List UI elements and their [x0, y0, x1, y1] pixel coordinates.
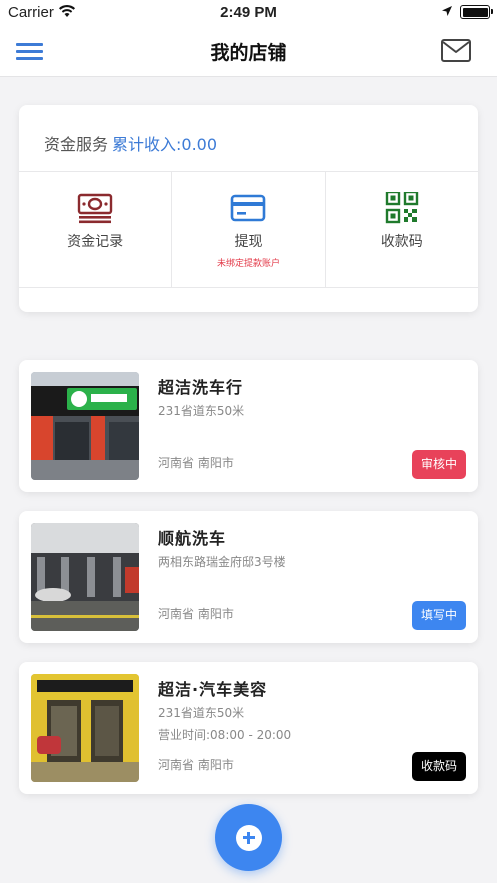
withdraw-label: 提现 [234, 234, 263, 250]
navigation-bar: 我的店铺 [0, 24, 497, 77]
store-region: 河南省 南阳市 [158, 456, 234, 470]
store-name: 超洁洗车行 [158, 378, 244, 397]
finance-label: 资金服务 [44, 135, 109, 154]
page-title: 我的店铺 [210, 42, 287, 64]
store-photo [31, 674, 139, 782]
envelope-icon [441, 39, 471, 62]
money-bill-icon [77, 193, 113, 224]
store-address: 231省道东50米 [158, 404, 245, 418]
store-photo [31, 372, 139, 480]
location-arrow-icon [442, 6, 452, 16]
store-hours: 营业时间:08:00 - 20:00 [158, 728, 292, 742]
store-address: 231省道东50米 [158, 706, 245, 720]
messages-button[interactable] [440, 38, 472, 64]
store-photo [31, 523, 139, 631]
store-card[interactable]: 超洁洗车行 231省道东50米 河南省 南阳市 审核中 [19, 360, 478, 492]
store-name: 顺航洗车 [158, 529, 227, 548]
payment-code-badge[interactable]: 收款码 [411, 752, 466, 781]
fund-records-button[interactable]: 资金记录 [19, 172, 171, 287]
withdraw-button[interactable]: 提现 未绑定提款账户 [171, 172, 324, 287]
fund-records-label: 资金记录 [67, 234, 124, 250]
status-bar: Carrier 2:49 PM [0, 0, 497, 24]
status-badge[interactable]: 审核中 [411, 450, 466, 479]
qr-code-icon [385, 192, 419, 224]
card-icon [231, 194, 266, 222]
cumulative-income: 累计收入:0.00 [112, 135, 218, 154]
status-badge[interactable]: 填写中 [411, 601, 466, 630]
finance-header: 资金服务 累计收入:0.00 [19, 105, 478, 172]
finance-actions: 资金记录 提现 未绑定提款账户 收款码 [19, 172, 478, 288]
battery-icon [460, 5, 493, 19]
store-name: 超洁·汽车美容 [158, 680, 268, 699]
payment-code-label: 收款码 [380, 234, 423, 250]
store-region: 河南省 南阳市 [158, 607, 234, 621]
store-card[interactable]: 顺航洗车 两相东路瑞金府邸3号楼 河南省 南阳市 填写中 [19, 511, 478, 643]
clock: 2:49 PM [220, 4, 277, 21]
store-address: 两相东路瑞金府邸3号楼 [158, 555, 286, 569]
unbound-account-hint: 未绑定提款账户 [216, 259, 280, 269]
finance-service-card: 资金服务 累计收入:0.00 资金记录 提现 未绑定提款账户 收款码 [19, 105, 478, 312]
add-store-button[interactable] [215, 804, 282, 871]
store-region: 河南省 南阳市 [158, 758, 234, 772]
plus-icon [235, 824, 262, 851]
store-card[interactable]: 超洁·汽车美容 231省道东50米 营业时间:08:00 - 20:00 河南省… [19, 662, 478, 794]
payment-code-button[interactable]: 收款码 [324, 172, 478, 287]
